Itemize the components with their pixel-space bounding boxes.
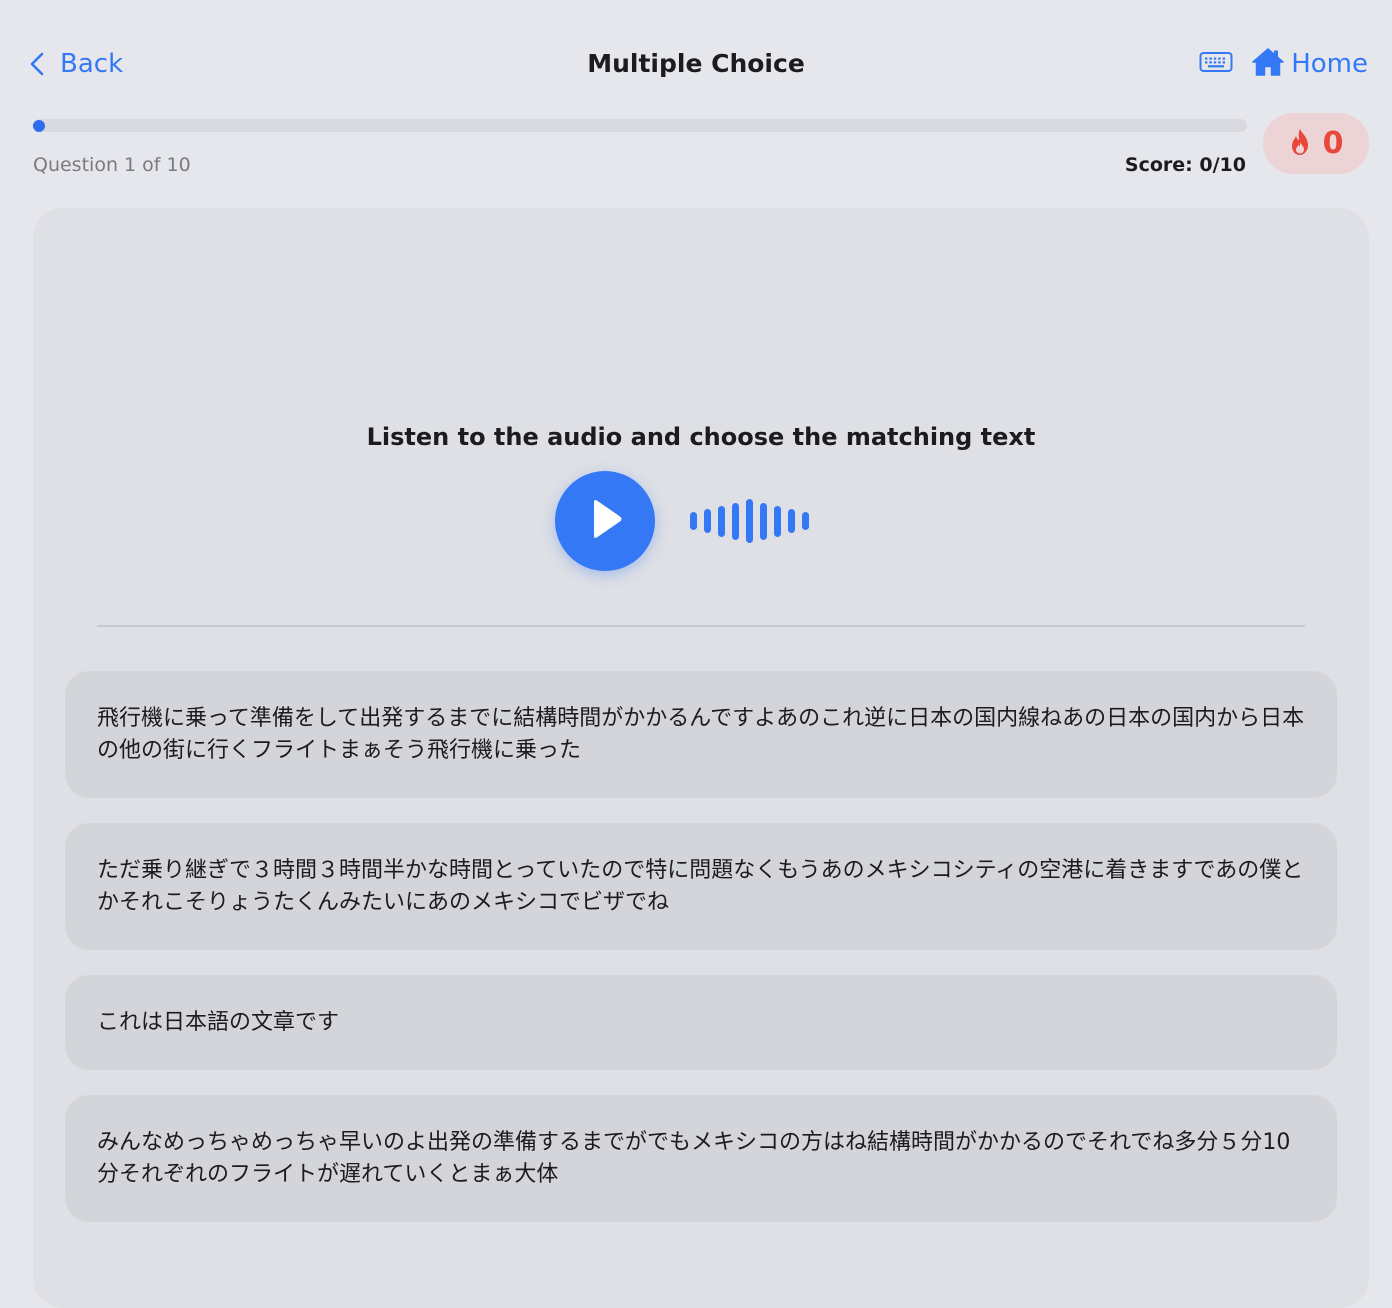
waveform-bar: [774, 505, 781, 537]
answer-option-text: これは日本語の文章です: [97, 1009, 340, 1035]
answer-option[interactable]: 飛行機に乗って準備をして出発するまでに結構時間がかかるんですよあのこれ逆に日本の…: [65, 671, 1337, 798]
flame-icon: [1289, 128, 1311, 160]
score-label: Score: 0/10: [1124, 154, 1246, 176]
waveform-bar: [788, 509, 795, 533]
home-button[interactable]: Home: [1251, 47, 1368, 81]
chevron-left-icon: [30, 52, 44, 76]
back-button[interactable]: Back: [30, 44, 123, 84]
question-card: Listen to the audio and choose the match…: [33, 208, 1369, 1308]
keyboard-icon: [1199, 50, 1233, 78]
waveform-bar: [704, 509, 711, 533]
divider: [97, 625, 1305, 627]
answer-option-text: ただ乗り継ぎで３時間３時間半かな時間とっていたので特に問題なくもうあのメキシコシ…: [97, 857, 1304, 915]
nav-actions: Home: [1199, 44, 1368, 84]
waveform-bar: [690, 512, 697, 530]
question-prompt: Listen to the audio and choose the match…: [366, 423, 1036, 451]
waveform-bar: [760, 502, 767, 540]
play-icon: [585, 497, 625, 545]
home-icon: [1251, 47, 1285, 81]
waveform-bar: [718, 505, 725, 537]
streak-count: 0: [1322, 126, 1344, 161]
streak-badge: 0: [1263, 113, 1369, 174]
waveform-bar: [732, 502, 739, 540]
progress-bar: [33, 119, 1247, 132]
audio-waveform: [690, 498, 809, 544]
answer-option[interactable]: これは日本語の文章です: [65, 975, 1337, 1070]
question-counter: Question 1 of 10: [33, 154, 191, 176]
play-audio-button[interactable]: [555, 471, 655, 571]
answer-option[interactable]: ただ乗り継ぎで３時間３時間半かな時間とっていたので特に問題なくもうあのメキシコシ…: [65, 823, 1337, 950]
waveform-bar: [802, 512, 809, 530]
navigation-bar: Back Multiple Choice Home: [0, 0, 1392, 110]
progress-indicator-dot: [33, 120, 45, 132]
answer-option-text: 飛行機に乗って準備をして出発するまでに結構時間がかかるんですよあのこれ逆に日本の…: [97, 705, 1305, 763]
keyboard-button[interactable]: [1199, 50, 1233, 78]
answer-option[interactable]: みんなめっちゃめっちゃ早いのよ出発の準備するまでがでもメキシコの方はね結構時間が…: [65, 1095, 1337, 1222]
answer-options: 飛行機に乗って準備をして出発するまでに結構時間がかかるんですよあのこれ逆に日本の…: [65, 671, 1337, 1247]
waveform-bar: [746, 499, 753, 543]
home-label: Home: [1291, 49, 1368, 79]
back-label: Back: [60, 49, 124, 79]
answer-option-text: みんなめっちゃめっちゃ早いのよ出発の準備するまでがでもメキシコの方はね結構時間が…: [97, 1129, 1291, 1187]
page-title: Multiple Choice: [587, 49, 805, 78]
